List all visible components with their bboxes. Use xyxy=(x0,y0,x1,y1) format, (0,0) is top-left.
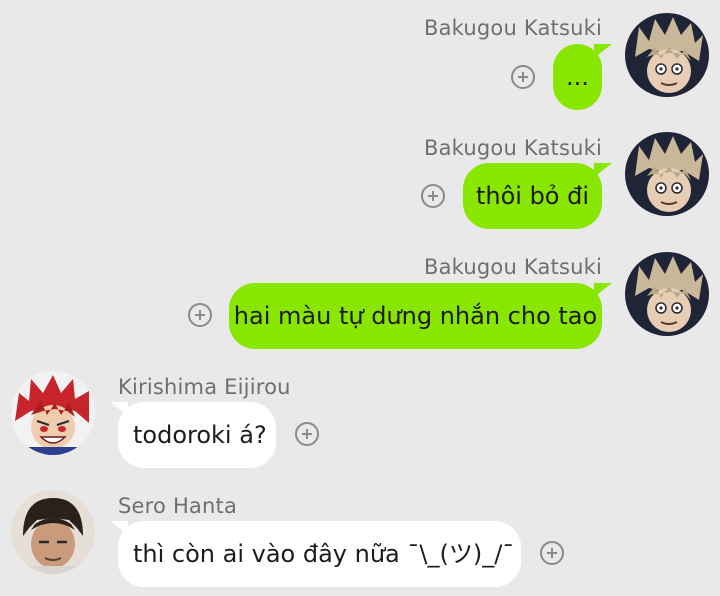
add-reaction-icon[interactable] xyxy=(421,184,445,208)
message-bubble[interactable]: todoroki á? xyxy=(118,402,276,468)
spiky-blond-hair-avatar xyxy=(625,252,709,336)
message-bubble[interactable]: hai màu tự dưng nhắn cho tao xyxy=(229,283,602,349)
avatar-bakugou[interactable] xyxy=(625,132,709,216)
black-hair-avatar xyxy=(11,490,95,574)
bubble-tail xyxy=(594,44,612,58)
red-spiky-hair-avatar xyxy=(11,371,95,455)
message-text: hai màu tự dưng nhắn cho tao xyxy=(233,302,598,330)
message-text: todoroki á? xyxy=(133,421,267,449)
bubble-tail xyxy=(110,521,128,535)
bubble-tail xyxy=(110,402,128,416)
message-text: ... xyxy=(566,63,589,91)
message-text: thì còn ai vào đây nữa ¯\_(ツ)_/¯ xyxy=(133,540,515,568)
avatar-kirishima[interactable] xyxy=(11,371,95,455)
spiky-blond-hair-avatar xyxy=(625,132,709,216)
message-text: thôi bỏ đi xyxy=(475,182,590,210)
sender-name: Bakugou Katsuki xyxy=(423,136,602,160)
sender-name: Kirishima Eijirou xyxy=(118,375,291,399)
sender-name: Sero Hanta xyxy=(118,494,238,518)
add-reaction-icon[interactable] xyxy=(188,303,212,327)
avatar-bakugou[interactable] xyxy=(625,252,709,336)
bubble-tail xyxy=(594,283,612,297)
add-reaction-icon[interactable] xyxy=(511,65,535,89)
avatar-bakugou[interactable] xyxy=(625,13,709,97)
sender-name: Bakugou Katsuki xyxy=(423,255,602,279)
sender-name: Bakugou Katsuki xyxy=(423,16,602,40)
avatar-sero[interactable] xyxy=(11,490,95,574)
spiky-blond-hair-avatar xyxy=(625,13,709,97)
message-bubble[interactable]: thì còn ai vào đây nữa ¯\_(ツ)_/¯ xyxy=(118,521,521,587)
message-bubble[interactable]: thôi bỏ đi xyxy=(463,163,602,229)
add-reaction-icon[interactable] xyxy=(295,422,319,446)
bubble-tail xyxy=(594,163,612,177)
add-reaction-icon[interactable] xyxy=(540,541,564,565)
